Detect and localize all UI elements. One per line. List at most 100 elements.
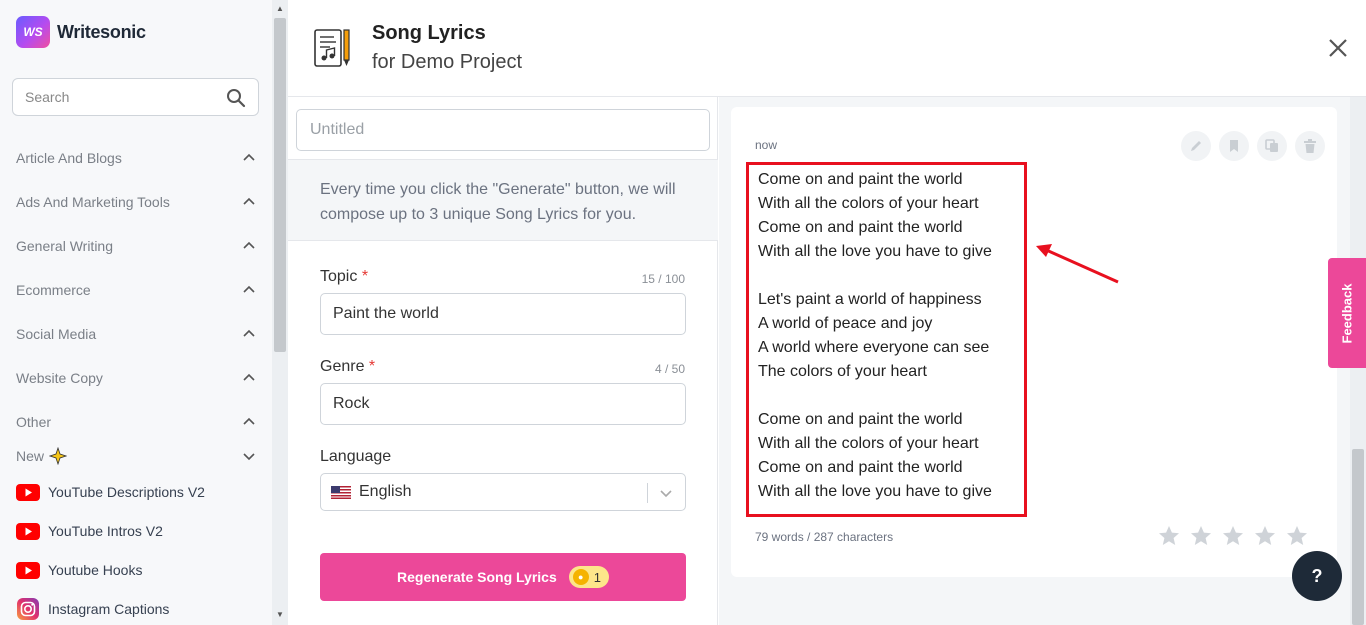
page-header: Song Lyrics for Demo Project (288, 0, 1366, 97)
category-ads-and-marketing[interactable]: Ads And Marketing Tools (16, 190, 256, 214)
genre-field (320, 383, 686, 425)
info-text: Every time you click the "Generate" butt… (320, 181, 676, 223)
close-icon[interactable] (1326, 36, 1350, 60)
copy-icon[interactable] (1257, 131, 1287, 161)
required-marker: * (368, 358, 376, 375)
us-flag-icon (331, 485, 351, 499)
category-ecommerce[interactable]: Ecommerce (16, 278, 256, 302)
rating-star-icon[interactable] (1254, 525, 1276, 547)
rating-star-icon[interactable] (1286, 525, 1308, 547)
topic-label-text: Topic (320, 268, 358, 285)
category-label: General Writing (16, 238, 114, 254)
lyric-line: With all the love you have to give (758, 243, 992, 260)
sidebar-scrollbar-thumb[interactable] (274, 18, 286, 352)
tool-youtube-descriptions[interactable]: YouTube Descriptions V2 (16, 479, 256, 505)
category-general-writing[interactable]: General Writing (16, 234, 256, 258)
tool-youtube-hooks[interactable]: Youtube Hooks (16, 557, 256, 583)
rating-star-icon[interactable] (1158, 525, 1180, 547)
brand-name: Writesonic (57, 21, 146, 42)
chevron-up-icon (243, 241, 255, 249)
youtube-icon (16, 561, 40, 579)
topic-input[interactable] (321, 294, 685, 334)
rating-star-icon[interactable] (1222, 525, 1244, 547)
lyric-line: Come on and paint the world (758, 171, 963, 188)
delete-icon[interactable] (1295, 131, 1325, 161)
genre-char-counter: 4 / 50 (654, 362, 685, 376)
category-label: Website Copy (16, 370, 103, 386)
annotation-arrow-icon (1036, 244, 1119, 284)
chevron-up-icon (243, 197, 255, 205)
writesonic-logo-icon: WS (16, 16, 50, 48)
tool-youtube-intros[interactable]: YouTube Intros V2 (16, 518, 256, 544)
topic-label: Topic * (320, 268, 368, 286)
category-new[interactable]: New (16, 444, 256, 468)
required-marker: * (361, 268, 369, 285)
lyric-line: Let's paint a world of happiness (758, 291, 982, 308)
category-social-media[interactable]: Social Media (16, 322, 256, 346)
lyric-line: Come on and paint the world (758, 411, 963, 428)
chevron-down-icon[interactable] (659, 486, 673, 500)
credit-cost-value: 1 (593, 569, 601, 585)
chevron-up-icon (243, 329, 255, 337)
lyric-line: Come on and paint the world (758, 219, 963, 236)
result-timestamp: now (755, 138, 778, 152)
scroll-down-arrow-icon[interactable]: ▼ (276, 610, 284, 619)
feedback-label: Feedback (1339, 283, 1355, 343)
document-title-field (296, 109, 710, 151)
tool-label: YouTube Intros V2 (48, 523, 163, 539)
tool-label: Instagram Captions (48, 601, 170, 617)
language-label: Language (320, 448, 392, 465)
regenerate-button[interactable]: Regenerate Song Lyrics ● 1 (320, 553, 686, 601)
select-divider (647, 483, 648, 503)
tool-label: YouTube Descriptions V2 (48, 484, 205, 500)
edit-icon[interactable] (1181, 131, 1211, 161)
word-count-stats: 79 words / 287 characters (755, 530, 894, 544)
lyric-line: With all the colors of your heart (758, 195, 979, 212)
search-icon[interactable] (226, 88, 246, 108)
lyric-line: With all the colors of your heart (758, 435, 979, 452)
category-label: Social Media (16, 326, 97, 342)
topic-char-counter: 15 / 100 (641, 272, 685, 286)
category-label: New (16, 448, 45, 464)
help-button[interactable]: ? (1292, 551, 1342, 601)
brand-logo[interactable]: WS Writesonic (16, 16, 146, 48)
document-title-input[interactable] (297, 110, 709, 150)
search-input[interactable] (13, 79, 213, 115)
page-subtitle: for Demo Project (372, 51, 523, 73)
category-website-copy[interactable]: Website Copy (16, 366, 256, 390)
page-title: Song Lyrics (372, 22, 486, 44)
song-lyrics-icon (314, 29, 350, 67)
category-label: Other (16, 414, 52, 430)
lyric-line: A world where everyone can see (758, 339, 990, 356)
bookmark-icon[interactable] (1219, 131, 1249, 161)
language-select[interactable]: English (320, 473, 686, 511)
output-scrollbar-thumb[interactable] (1352, 449, 1364, 625)
lyric-line: A world of peace and joy (758, 315, 933, 332)
category-article-and-blogs[interactable]: Article And Blogs (16, 146, 256, 170)
category-label: Article And Blogs (16, 150, 122, 166)
output-area: now Come on and paint the world With all… (719, 97, 1350, 625)
genre-input[interactable] (321, 384, 685, 424)
sidebar-scrollbar[interactable]: ▲ ▼ (272, 0, 288, 625)
category-other[interactable]: Other (16, 410, 256, 434)
coin-icon: ● (572, 569, 589, 585)
generated-lyrics-highlight: Come on and paint the world With all the… (746, 162, 1027, 517)
lyric-line: The colors of your heart (758, 363, 927, 380)
scroll-up-arrow-icon[interactable]: ▲ (276, 4, 284, 13)
tool-instagram-captions[interactable]: Instagram Captions (16, 596, 256, 622)
tool-label: Youtube Hooks (48, 562, 143, 578)
chevron-up-icon (243, 285, 255, 293)
chevron-up-icon (243, 373, 255, 381)
sparkle-icon (49, 447, 68, 465)
youtube-icon (16, 522, 40, 540)
lyric-line: With all the love you have to give (758, 483, 992, 500)
genre-label: Genre * (320, 358, 375, 376)
sidebar: WS Writesonic Article And Blogs Ads And … (0, 0, 272, 625)
input-form-panel: Every time you click the "Generate" butt… (288, 97, 718, 625)
credit-cost-badge: ● 1 (568, 566, 609, 588)
lyric-line: Come on and paint the world (758, 459, 963, 476)
rating-star-icon[interactable] (1190, 525, 1212, 547)
category-new-wrap: New (16, 447, 68, 465)
feedback-tab[interactable]: Feedback (1328, 258, 1366, 368)
chevron-up-icon (243, 417, 255, 425)
